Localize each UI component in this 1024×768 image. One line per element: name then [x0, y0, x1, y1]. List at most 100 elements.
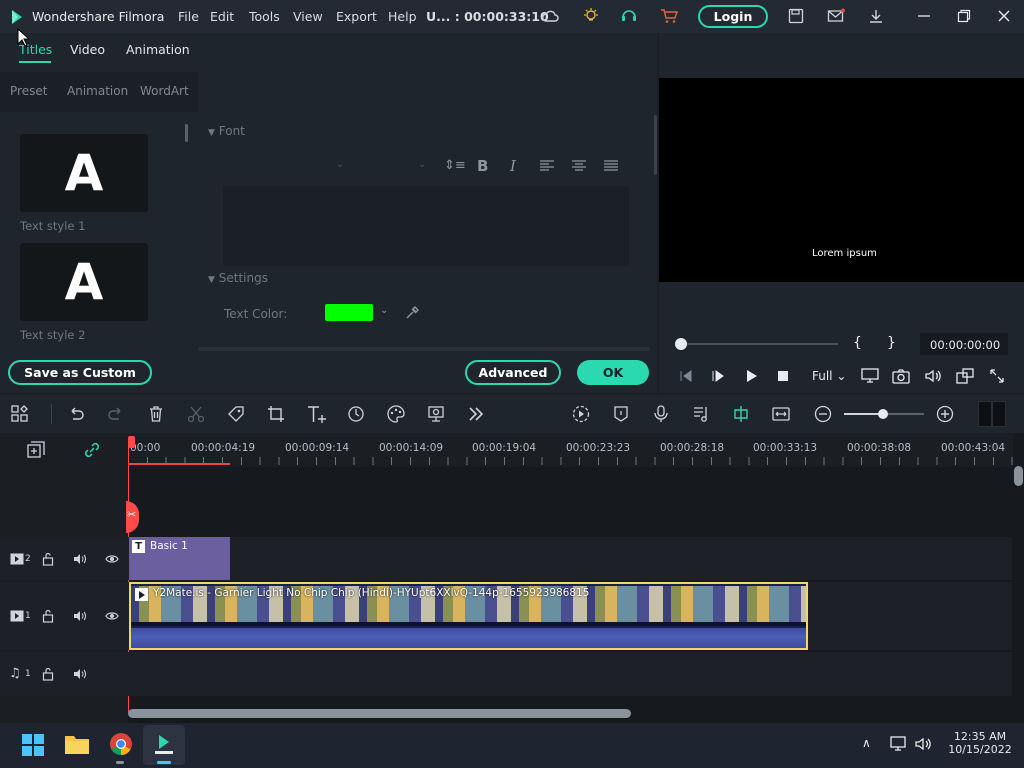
playback-scrubber[interactable] [675, 338, 687, 350]
font-section-header[interactable]: ▼ Font [208, 124, 245, 138]
bold-icon[interactable]: B [477, 157, 488, 175]
add-marker-icon[interactable] [612, 405, 630, 423]
speaker-icon[interactable] [73, 610, 87, 622]
save-as-custom-button[interactable]: Save as Custom [8, 360, 152, 385]
font-size-chevron-icon[interactable]: ⌄ [418, 159, 426, 170]
delete-trash-icon[interactable] [147, 405, 165, 423]
mail-icon[interactable] [825, 5, 847, 27]
menu-file[interactable]: File [178, 9, 199, 24]
microphone-icon[interactable] [652, 405, 670, 423]
text-style-thumbnail[interactable]: A [20, 134, 148, 212]
windows-start-icon[interactable] [21, 733, 45, 757]
mark-out-button[interactable]: } [887, 335, 896, 351]
speed-clock-icon[interactable] [347, 405, 365, 423]
restore-icon[interactable] [953, 5, 975, 27]
stabilize-icon[interactable] [427, 405, 445, 423]
color-dropdown-chevron-icon[interactable]: ⌄ [380, 305, 388, 316]
download-icon[interactable] [865, 5, 887, 27]
lightbulb-icon[interactable] [580, 5, 602, 27]
play-icon[interactable] [744, 369, 758, 383]
crop-icon[interactable] [267, 405, 285, 423]
scissors-cut-icon[interactable] [187, 405, 205, 423]
tray-volume-icon[interactable] [914, 736, 932, 752]
display-monitor-icon[interactable] [861, 368, 879, 384]
playhead-handle[interactable] [128, 436, 135, 448]
snap-magnet-icon[interactable] [732, 405, 750, 423]
redo-icon[interactable] [107, 405, 125, 423]
link-chain-icon[interactable] [83, 441, 101, 459]
fit-timeline-icon[interactable] [772, 405, 790, 423]
timeline-vertical-scrollbar[interactable] [1014, 466, 1023, 486]
menu-tools[interactable]: Tools [249, 9, 280, 24]
system-clock[interactable]: 12:35 AM 10/15/2022 [938, 730, 1022, 756]
play-slow-icon[interactable] [711, 369, 725, 383]
speaker-icon[interactable] [73, 668, 87, 680]
file-explorer-icon[interactable] [64, 733, 90, 755]
font-family-chevron-icon[interactable]: ⌄ [336, 159, 344, 170]
menu-view[interactable]: View [293, 9, 323, 24]
quality-dropdown[interactable]: Full ⌄ [812, 369, 846, 383]
unlock-icon[interactable] [42, 667, 54, 681]
stop-icon[interactable] [777, 370, 789, 382]
tag-marker-icon[interactable] [227, 405, 245, 423]
ok-button[interactable]: OK [577, 360, 649, 385]
more-tools-icon[interactable] [467, 405, 485, 423]
subtab-animation[interactable]: Animation [67, 84, 128, 98]
layout-grid-icon[interactable] [11, 405, 29, 423]
tab-animation[interactable]: Animation [126, 42, 190, 57]
undo-icon[interactable] [67, 405, 85, 423]
advanced-button[interactable]: Advanced [465, 360, 561, 385]
align-left-icon[interactable] [539, 159, 555, 173]
settings-section-header[interactable]: ▼ Settings [208, 271, 268, 285]
audio-mixer-icon[interactable] [692, 405, 710, 423]
menu-edit[interactable]: Edit [210, 9, 234, 24]
mark-in-button[interactable]: { [853, 335, 862, 351]
timeline-horizontal-scrollbar[interactable] [128, 709, 631, 718]
subtab-wordart[interactable]: WordArt [140, 84, 189, 98]
menu-export[interactable]: Export [336, 9, 377, 24]
render-preview-icon[interactable] [572, 405, 590, 423]
align-center-icon[interactable] [571, 159, 587, 173]
styles-scrollbar[interactable] [185, 124, 188, 142]
tab-video[interactable]: Video [70, 42, 105, 57]
cart-icon[interactable] [658, 5, 680, 27]
volume-icon[interactable] [924, 368, 942, 384]
save-icon[interactable] [785, 5, 807, 27]
minimize-icon[interactable] [913, 5, 935, 27]
text-style-thumbnail[interactable]: A [20, 243, 148, 321]
zoom-slider-handle[interactable] [878, 409, 888, 419]
menu-help[interactable]: Help [388, 9, 417, 24]
color-palette-icon[interactable] [387, 405, 405, 423]
eye-visibility-icon[interactable] [105, 553, 119, 565]
network-icon[interactable] [890, 736, 908, 752]
audio-track-row[interactable] [0, 652, 1012, 696]
subtab-preset[interactable]: Preset [10, 84, 47, 98]
chrome-icon[interactable] [109, 732, 133, 756]
scissors-icon[interactable]: ✂ [127, 508, 136, 521]
headset-support-icon[interactable] [618, 5, 640, 27]
italic-icon[interactable]: I [510, 157, 516, 175]
zoom-out-icon[interactable] [814, 405, 832, 423]
add-text-icon[interactable] [306, 404, 328, 424]
text-input-area[interactable] [223, 186, 629, 266]
align-justify-icon[interactable] [603, 159, 619, 173]
zoom-in-icon[interactable] [936, 405, 954, 423]
add-track-icon[interactable] [27, 441, 45, 459]
fullscreen-icon[interactable] [989, 368, 1005, 384]
cloud-icon[interactable] [539, 5, 561, 27]
pip-layout-icon[interactable] [956, 368, 974, 384]
unlock-icon[interactable] [42, 609, 54, 623]
snapshot-camera-icon[interactable] [892, 368, 910, 384]
line-spacing-icon[interactable]: ⇕≡ [444, 158, 466, 173]
video-clip[interactable]: Y2Mate.is - Garnier Light No Chip Chip (… [129, 582, 808, 650]
speaker-icon[interactable] [73, 553, 87, 565]
text-color-swatch[interactable] [325, 304, 373, 321]
playback-progress-track[interactable] [680, 343, 838, 345]
previous-frame-icon[interactable] [679, 369, 693, 383]
login-button[interactable]: Login [698, 5, 768, 28]
close-icon[interactable] [993, 5, 1015, 27]
eyedropper-icon[interactable] [405, 305, 420, 320]
unlock-icon[interactable] [42, 552, 54, 566]
eye-visibility-icon[interactable] [105, 610, 119, 622]
tray-chevron-up-icon[interactable]: ∧ [862, 736, 871, 750]
